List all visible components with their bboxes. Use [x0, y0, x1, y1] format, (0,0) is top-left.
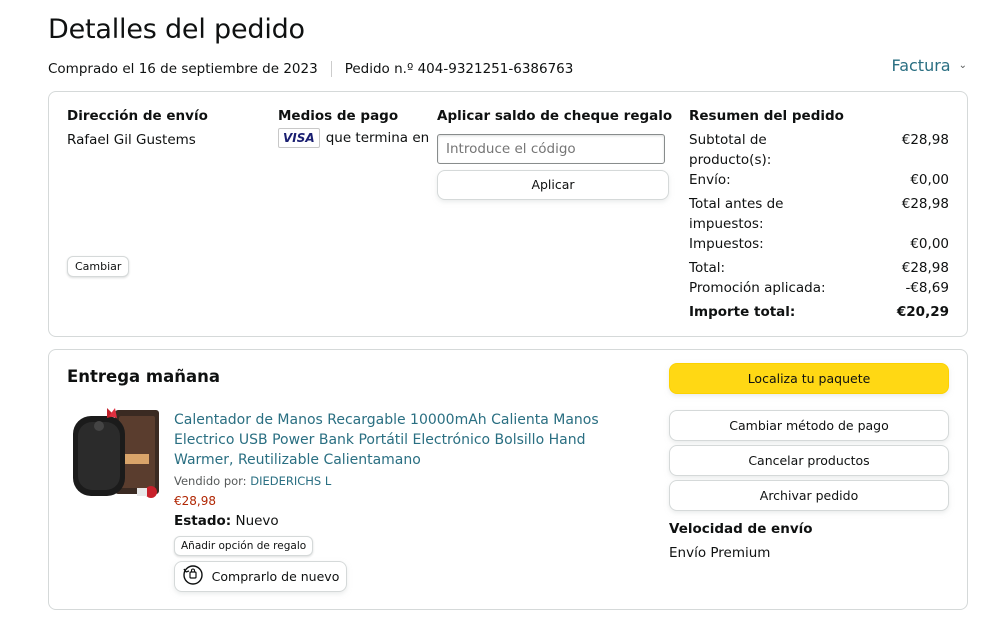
buy-again-label[interactable]: Comprarlo de nuevo	[212, 569, 340, 584]
shipping-speed-value: Envío Premium	[669, 545, 771, 561]
product-price: €28,98	[174, 494, 216, 508]
summary-row: Impuestos: €0,00	[689, 234, 949, 254]
change-payment-button[interactable]: Cambiar método de pago	[669, 410, 949, 441]
invoice-label[interactable]: Factura	[891, 56, 950, 75]
buy-again-button[interactable]: Comprarlo de nuevo	[174, 561, 347, 592]
apply-button[interactable]: Aplicar	[437, 170, 669, 200]
summary-value: €20,29	[896, 304, 949, 320]
summary-label: Impuestos:	[689, 236, 764, 252]
summary-label: Subtotal de producto(s):	[689, 132, 772, 168]
shipping-speed-heading: Velocidad de envío	[669, 521, 813, 537]
gift-card-heading: Aplicar saldo de cheque regalo	[437, 108, 673, 124]
summary-value: €0,00	[910, 172, 949, 188]
card-ending-text: que termina en	[325, 130, 430, 146]
summary-value: €0,00	[910, 236, 949, 252]
summary-row: Subtotal de producto(s): €28,98	[689, 130, 949, 170]
summary-label: Importe total:	[689, 304, 796, 320]
summary-row: Total antes de impuestos: €28,98	[689, 194, 949, 234]
order-info-card: Dirección de envío Rafael Gil Gustems Ca…	[48, 91, 968, 337]
summary-value: -€8,69	[905, 280, 949, 296]
seller-label: Vendido por:	[174, 474, 247, 488]
divider	[330, 61, 332, 77]
gift-code-input[interactable]	[437, 134, 665, 164]
product-state: Estado: Nuevo	[174, 513, 279, 529]
shipping-name: Rafael Gil Gustems	[67, 132, 196, 148]
summary-label: Envío:	[689, 172, 731, 188]
summary-label: Total antes de impuestos:	[689, 196, 784, 232]
product-title-link[interactable]: Calentador de Manos Recargable 10000mAh …	[174, 410, 644, 470]
archive-order-button[interactable]: Archivar pedido	[669, 480, 949, 511]
state-value: Nuevo	[235, 513, 279, 529]
track-package-button[interactable]: Localiza tu paquete	[669, 363, 949, 394]
visa-icon: VISA	[278, 128, 320, 148]
summary-value: €28,98	[901, 196, 949, 212]
delivery-heading: Entrega mañana	[67, 367, 221, 386]
purchase-date: Comprado el 16 de septiembre de 2023	[48, 61, 318, 77]
state-label: Estado:	[174, 513, 232, 529]
summary-heading: Resumen del pedido	[689, 108, 844, 124]
buy-again-icon[interactable]	[182, 564, 204, 589]
chevron-down-icon[interactable]: ⌄	[959, 60, 967, 71]
shipping-heading: Dirección de envío	[67, 108, 208, 124]
seller-info: Vendido por: DIEDERICHS L	[174, 474, 331, 488]
payment-heading: Medios de pago	[278, 108, 399, 124]
delivery-card: Entrega mañana Calentador de Manos Recar…	[48, 349, 968, 610]
summary-value: €28,98	[901, 260, 949, 276]
order-number: Pedido n.º 404-9321251-6386763	[344, 61, 574, 77]
add-gift-option-button[interactable]: Añadir opción de regalo	[174, 536, 314, 556]
change-address-button[interactable]: Cambiar	[67, 256, 130, 277]
invoice-dropdown[interactable]: Factura ⌄	[891, 56, 967, 75]
cancel-products-button[interactable]: Cancelar productos	[669, 445, 949, 476]
product-image[interactable]	[71, 406, 163, 502]
summary-total-row: Importe total: €20,29	[689, 302, 949, 322]
summary-label: Total:	[689, 260, 726, 276]
summary-label: Promoción aplicada:	[689, 280, 826, 296]
seller-link[interactable]: DIEDERICHS L	[250, 474, 331, 488]
summary-value: €28,98	[901, 132, 949, 148]
summary-row: Total: €28,98	[689, 258, 949, 278]
page-title: Detalles del pedido	[48, 14, 305, 45]
summary-row: Promoción aplicada: -€8,69	[689, 278, 949, 298]
summary-row: Envío: €0,00	[689, 170, 949, 190]
payment-method: VISA que termina en	[278, 128, 429, 148]
order-meta: Comprado el 16 de septiembre de 2023 Ped…	[48, 61, 573, 77]
